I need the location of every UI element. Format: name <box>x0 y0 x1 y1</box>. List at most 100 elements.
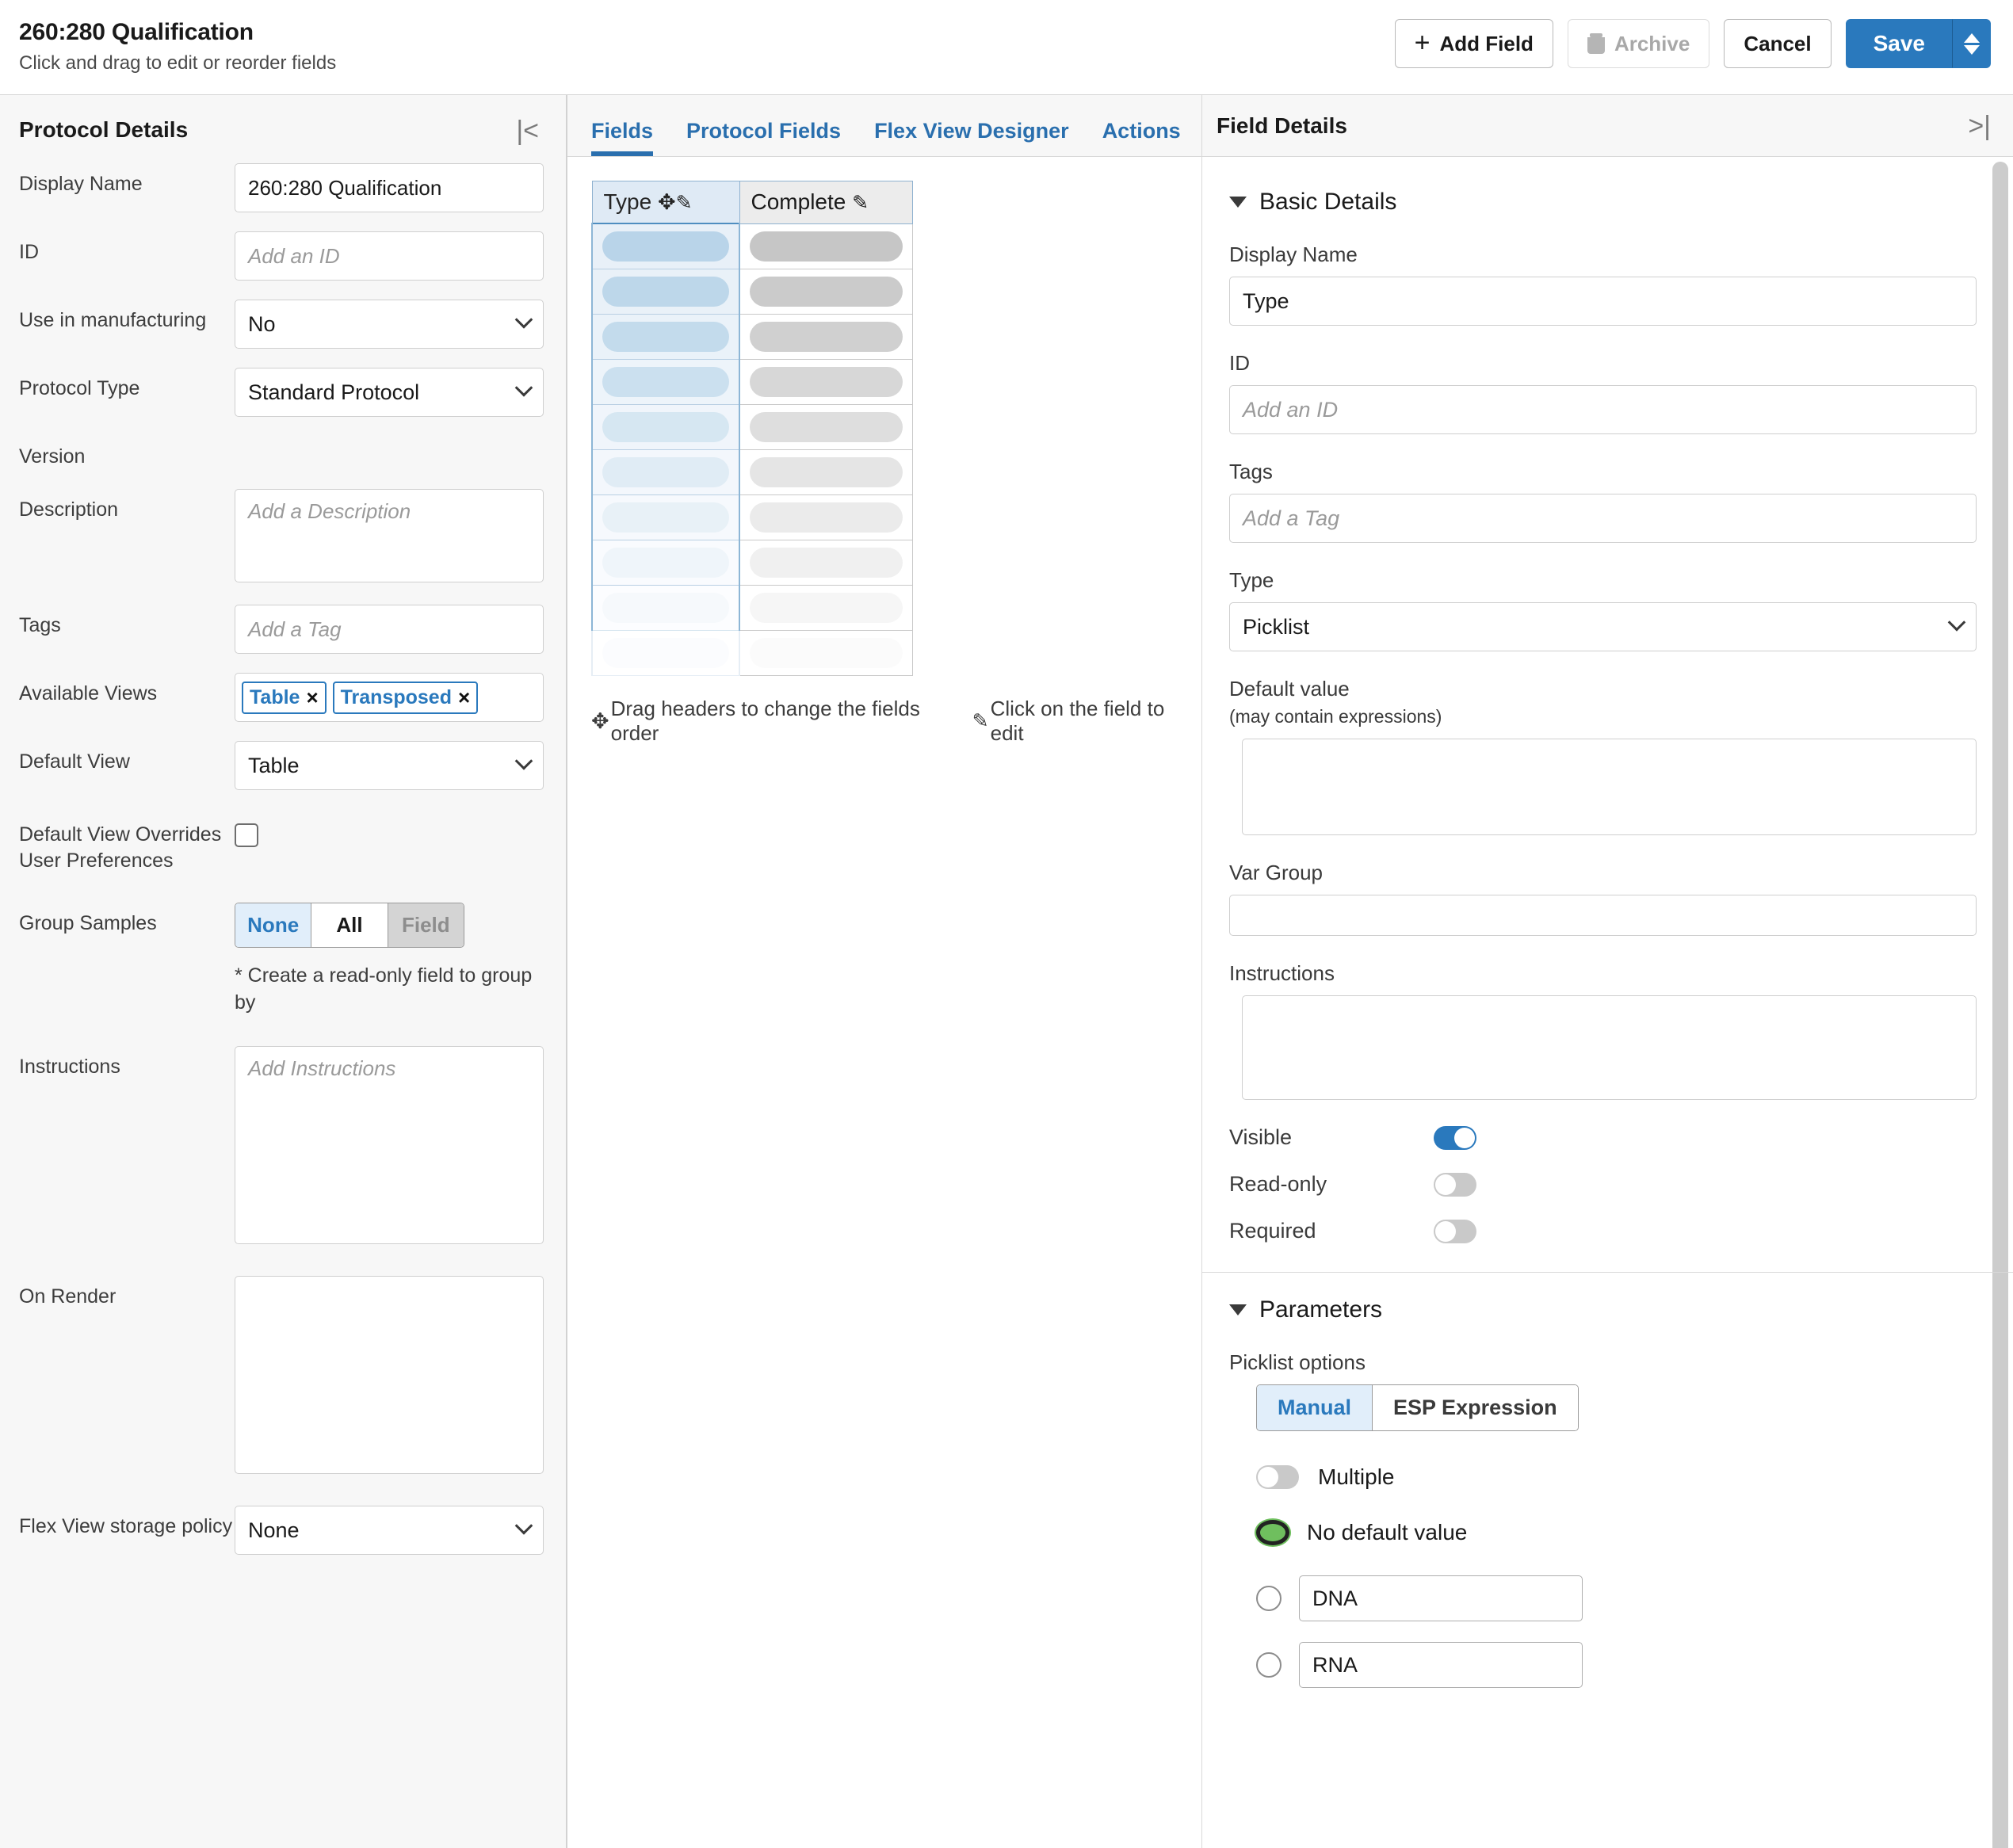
fd-instructions-textarea[interactable] <box>1242 995 1977 1100</box>
chip-remove-icon[interactable]: × <box>458 685 470 710</box>
tab-actions[interactable]: Actions <box>1102 119 1181 156</box>
fd-readonly-toggle[interactable] <box>1434 1172 1476 1197</box>
tab-protocol-fields[interactable]: Protocol Fields <box>686 119 841 156</box>
field-group-samples: Group Samples None All Field * Create a … <box>19 903 539 1016</box>
add-field-button[interactable]: + Add Field <box>1394 19 1553 68</box>
picklist-mode-segmented: Manual ESP Expression <box>1256 1384 1579 1431</box>
pencil-icon[interactable]: ✎ <box>676 192 693 214</box>
protocol-type-select[interactable]: Standard Protocol <box>235 368 544 417</box>
table-row <box>591 359 913 405</box>
available-views-chip-table[interactable]: Table × <box>242 681 327 714</box>
fd-var-group-input[interactable] <box>1229 895 1977 936</box>
chevron-down-icon <box>514 1517 533 1535</box>
use-in-manufacturing-value: No <box>248 311 276 336</box>
collapse-left-panel-icon[interactable]: |< <box>516 117 539 144</box>
default-view-value: Table <box>248 753 300 777</box>
use-in-manufacturing-select[interactable]: No <box>235 300 544 349</box>
instructions-textarea[interactable]: Add Instructions <box>235 1046 544 1244</box>
fields-table: Type ✥✎ Complete ✎ <box>591 181 913 676</box>
tab-flex-view-designer[interactable]: Flex View Designer <box>874 119 1069 156</box>
column-header-type[interactable]: Type ✥✎ <box>591 181 740 224</box>
trash-icon <box>1587 33 1605 54</box>
available-views-chip-transposed[interactable]: Transposed × <box>332 681 479 714</box>
caret-down-icon <box>1963 44 1980 55</box>
column-header-complete[interactable]: Complete ✎ <box>739 181 913 224</box>
archive-label: Archive <box>1614 31 1690 55</box>
picklist-mode-esp-expression[interactable]: ESP Expression <box>1373 1385 1578 1430</box>
table-row <box>591 630 913 676</box>
picklist-mode-manual[interactable]: Manual <box>1257 1385 1373 1430</box>
group-samples-option-none[interactable]: None <box>235 903 312 947</box>
display-name-input[interactable]: 260:280 Qualification <box>235 163 544 212</box>
picklist-option-input-rna[interactable]: RNA <box>1299 1642 1583 1688</box>
protocol-details-form: Display Name 260:280 Qualification ID Ad… <box>0 144 566 1555</box>
field-version: Version <box>19 436 539 470</box>
fd-visible-toggle[interactable] <box>1434 1125 1476 1150</box>
save-button[interactable]: Save <box>1845 19 1953 68</box>
picklist-option-input-dna[interactable]: DNA <box>1299 1575 1583 1621</box>
description-label: Description <box>19 498 119 521</box>
description-textarea[interactable]: Add a Description <box>235 489 544 582</box>
tags-input[interactable]: Add a Tag <box>235 605 544 654</box>
radio-option-rna[interactable] <box>1256 1652 1282 1678</box>
fields-designer-panel: Fields Protocol Fields Flex View Designe… <box>567 95 1201 1848</box>
fd-type-select[interactable]: Picklist <box>1229 602 1977 651</box>
table-row <box>591 404 913 450</box>
group-samples-option-all[interactable]: All <box>311 903 388 947</box>
fd-instructions-label: Instructions <box>1229 961 1335 985</box>
default-view-label: Default View <box>19 750 130 773</box>
designer-tabs: Fields Protocol Fields Flex View Designe… <box>567 95 1201 157</box>
fd-required-toggle[interactable] <box>1434 1219 1476 1243</box>
fd-default-value-label: Default value <box>1229 677 1350 701</box>
field-use-in-manufacturing: Use in manufacturing No <box>19 300 544 349</box>
pencil-icon[interactable]: ✎ <box>852 192 869 214</box>
page-title: 260:280 Qualification <box>19 19 254 45</box>
fields-table-area: Type ✥✎ Complete ✎ ✥ Drag headers to cha… <box>567 157 1201 746</box>
available-views-tagbox[interactable]: Table × Transposed × <box>235 673 544 722</box>
table-body <box>591 223 913 676</box>
fd-visible-label: Visible <box>1229 1125 1293 1149</box>
fd-tags-label: Tags <box>1229 460 1273 483</box>
radio-option-dna[interactable] <box>1256 1586 1282 1611</box>
protocol-type-label: Protocol Type <box>19 377 140 399</box>
fd-tags-input[interactable]: Add a Tag <box>1229 494 1977 543</box>
table-header-row: Type ✥✎ Complete ✎ <box>591 181 913 224</box>
chevron-down-icon[interactable] <box>1229 197 1247 208</box>
chip-remove-icon[interactable]: × <box>306 685 318 710</box>
id-input[interactable]: Add an ID <box>235 231 544 281</box>
chevron-down-icon[interactable] <box>1229 1304 1247 1315</box>
radio-no-default-value[interactable] <box>1256 1520 1289 1545</box>
move-icon[interactable]: ✥ <box>658 190 676 214</box>
collapse-right-panel-icon[interactable]: >| <box>1968 113 1991 139</box>
cancel-button[interactable]: Cancel <box>1724 19 1832 68</box>
field-tags: Tags Add a Tag <box>19 605 544 654</box>
default-view-select[interactable]: Table <box>235 741 544 790</box>
fd-display-name-input[interactable]: Type <box>1229 277 1977 326</box>
picklist-multiple-toggle[interactable] <box>1256 1465 1299 1489</box>
column-header-label: Complete <box>751 189 846 215</box>
field-default-view-overrides: Default View Overrides User Preferences <box>19 814 539 874</box>
save-button-group: Save <box>1845 19 1991 68</box>
group-samples-note: * Create a read-only field to group by <box>235 964 533 1014</box>
archive-button[interactable]: Archive <box>1567 19 1710 68</box>
tab-fields[interactable]: Fields <box>591 119 654 156</box>
flex-view-storage-policy-select[interactable]: None <box>235 1506 544 1555</box>
fd-id-input[interactable]: Add an ID <box>1229 385 1977 434</box>
fd-default-value-textarea[interactable] <box>1242 739 1977 835</box>
fd-readonly-label: Read-only <box>1229 1172 1327 1196</box>
tags-label: Tags <box>19 614 61 636</box>
parameters-section-header[interactable]: Parameters <box>1229 1296 1977 1323</box>
main-body: Protocol Details |< Display Name 260:280… <box>0 95 2013 1848</box>
picklist-options-label: Picklist options <box>1229 1350 1366 1374</box>
display-name-label: Display Name <box>19 173 143 195</box>
default-view-overrides-checkbox[interactable] <box>235 823 258 847</box>
protocol-details-header: Protocol Details |< <box>0 95 566 144</box>
picklist-no-default-row[interactable]: No default value <box>1256 1520 1977 1545</box>
on-render-textarea[interactable] <box>235 1276 544 1474</box>
field-flex-view-storage-policy: Flex View storage policy None <box>19 1506 544 1555</box>
save-dropdown-button[interactable] <box>1953 19 1991 68</box>
basic-details-section-header[interactable]: Basic Details <box>1229 189 1977 216</box>
fd-required-row: Required <box>1229 1219 1977 1243</box>
page-subtitle: Click and drag to edit or reorder fields <box>19 52 337 74</box>
table-row <box>591 585 913 631</box>
